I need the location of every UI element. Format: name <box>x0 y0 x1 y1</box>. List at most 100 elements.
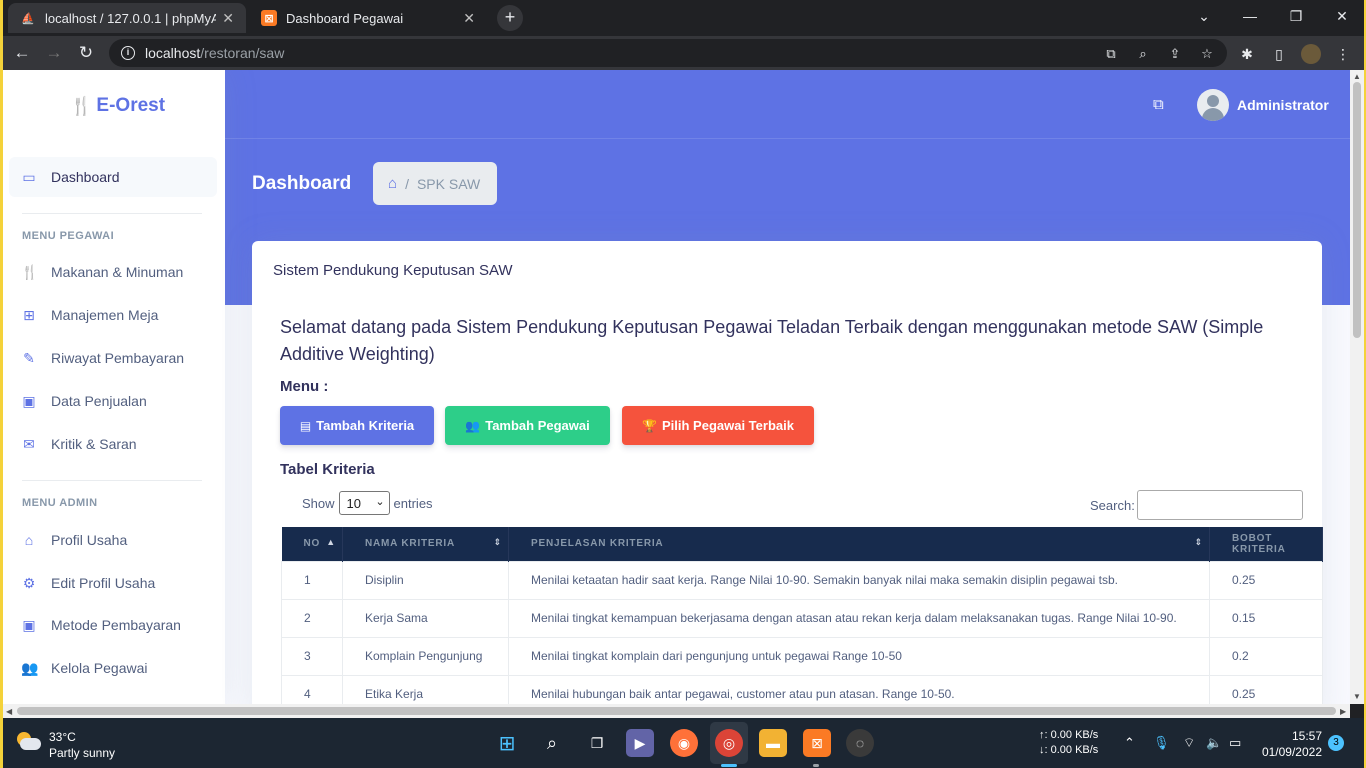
sidebar-item-edit-profil[interactable]: ⚙ Edit Profil Usaha <box>21 573 156 593</box>
table-header-row: NO ▲ NAMA KRITERIA ⇕ PENJELASAN KRITERIA ⇕ … <box>281 527 1323 561</box>
column-header-nama[interactable]: NAMA KRITERIA ⇕ <box>342 527 509 561</box>
sidebar-item-metode[interactable]: ▣ Metode Pembayaran <box>21 615 181 635</box>
scroll-right-icon[interactable]: ▶ <box>1340 707 1346 716</box>
horizontal-scrollbar[interactable]: ◀ ▶ <box>3 704 1350 718</box>
scrollbar-thumb[interactable] <box>17 707 1336 715</box>
address-bar[interactable]: i localhost/restoran/saw <box>109 39 1227 67</box>
weather-partly-sunny-icon[interactable] <box>17 732 41 752</box>
windows-start-icon[interactable]: ⊞ <box>493 729 521 757</box>
page-viewport: ⧉ Administrator Dashboard ⌂ / SPK SAW 🍴 … <box>3 70 1350 704</box>
scroll-up-icon[interactable]: ▲ <box>1353 72 1361 81</box>
scroll-down-icon[interactable]: ▼ <box>1353 692 1361 701</box>
translate-icon[interactable]: ⧉ <box>1102 45 1120 63</box>
cell-nama: Kerja Sama <box>342 598 509 638</box>
column-header-bobot[interactable]: BOBOT KRITERIA <box>1209 527 1323 561</box>
notification-badge[interactable]: 3 <box>1328 735 1344 751</box>
chrome-icon[interactable]: ◎ <box>715 729 743 757</box>
sidebar-item-riwayat[interactable]: ✎ Riwayat Pembayaran <box>21 348 184 368</box>
bookmark-star-icon[interactable]: ☆ <box>1198 45 1216 63</box>
button-label: Tambah Kriteria <box>316 418 415 433</box>
menu-kebab-icon[interactable]: ⋮ <box>1333 44 1353 64</box>
money-icon: ▣ <box>22 392 36 409</box>
clipboard-icon: ▤ <box>299 418 312 433</box>
microphone-icon[interactable]: 🎙 <box>1153 735 1170 751</box>
search-icon[interactable]: ⌕ <box>538 729 566 757</box>
sidebar-item-penjualan[interactable]: ▣ Data Penjualan <box>21 391 146 411</box>
user-name[interactable]: Administrator <box>1237 97 1329 113</box>
brand-logo[interactable]: 🍴 E-Orest <box>70 95 165 117</box>
back-button[interactable]: ← <box>9 41 35 65</box>
sidebar-item-kritik[interactable]: ✉ Kritik & Saran <box>21 434 136 454</box>
profile-avatar-icon[interactable] <box>1301 44 1321 64</box>
weather-condition[interactable]: Partly sunny <box>49 746 115 760</box>
close-tab-icon[interactable]: ✕ <box>463 10 475 27</box>
column-header-penjelasan[interactable]: PENJELASAN KRITERIA ⇕ <box>508 527 1210 561</box>
tabel-kriteria-label: Tabel Kriteria <box>280 461 375 478</box>
battery-icon[interactable]: ▭ <box>1229 735 1241 751</box>
clock-time: 15:57 <box>1291 729 1322 743</box>
teams-chat-icon[interactable]: ▶ <box>626 729 654 757</box>
extensions-icon[interactable]: ✱ <box>1237 44 1257 64</box>
reload-button[interactable]: ↻ <box>73 41 99 65</box>
wifi-icon[interactable]: ⌔ <box>1183 735 1195 751</box>
cell-bobot: 0.2 <box>1209 636 1323 676</box>
volume-icon[interactable]: 🔈 <box>1206 735 1222 751</box>
obs-icon[interactable]: ◌ <box>846 729 874 757</box>
new-tab-button[interactable]: + <box>497 5 523 31</box>
sidebar-item-kelola[interactable]: 👥 Kelola Pegawai <box>21 658 148 678</box>
sidebar-item-label: Manajemen Meja <box>51 307 159 323</box>
tambah-kriteria-button[interactable]: ▤ Tambah Kriteria <box>280 406 434 445</box>
sidebar-divider <box>22 213 202 214</box>
column-header-no[interactable]: NO ▲ <box>281 527 343 561</box>
home-icon[interactable]: ⌂ <box>388 175 397 192</box>
tab-title: localhost / 127.0.0.1 | phpMyAdmin <box>45 10 217 26</box>
cell-penjelasan: Menilai ketaatan hadir saat kerja. Range… <box>508 560 1210 600</box>
tab-dashboard-pegawai[interactable]: ⊠ Dashboard Pegawai ✕ <box>249 3 487 33</box>
phpmyadmin-icon: ⛵ <box>21 12 35 25</box>
button-label: Pilih Pegawai Terbaik <box>661 418 794 433</box>
tambah-pegawai-button[interactable]: 👥 Tambah Pegawai <box>445 406 610 445</box>
active-app-indicator <box>721 764 737 767</box>
close-tab-icon[interactable]: ✕ <box>222 10 234 27</box>
close-window-button[interactable]: ✕ <box>1319 0 1365 32</box>
site-info-icon[interactable]: i <box>121 46 135 60</box>
vertical-scrollbar[interactable]: ▲ ▼ <box>1350 70 1364 704</box>
weather-temp[interactable]: 33°C <box>49 730 76 744</box>
tab-search-icon[interactable]: ⌄ <box>1181 0 1227 32</box>
shortcut-icon[interactable]: ⧉ <box>1153 96 1164 113</box>
avatar[interactable] <box>1197 89 1229 121</box>
search-input[interactable] <box>1136 490 1303 520</box>
sidebar-item-label: Profil Usaha <box>51 532 128 548</box>
utensils-icon: 🍴 <box>21 263 39 280</box>
share-icon[interactable]: ⇪ <box>1166 45 1184 63</box>
sidebar-item-dashboard[interactable]: ▭ Dashboard <box>21 167 119 187</box>
side-panel-icon[interactable]: ▯ <box>1269 44 1289 64</box>
scroll-left-icon[interactable]: ◀ <box>6 707 12 716</box>
xampp-icon[interactable]: ⊠ <box>803 729 831 757</box>
brand-name: E-Orest <box>96 95 166 116</box>
cell-penjelasan: Menilai tingkat kemampuan bekerjasama de… <box>508 598 1210 638</box>
tab-phpmyadmin[interactable]: ⛵ localhost / 127.0.0.1 | phpMyAdmin ✕ <box>8 3 246 33</box>
sidebar-item-profil[interactable]: ⌂ Profil Usaha <box>21 530 128 550</box>
file-explorer-icon[interactable]: ▬ <box>759 729 787 757</box>
sidebar-item-meja[interactable]: ⊞ Manajemen Meja <box>21 305 158 325</box>
entries-select[interactable]: 10 ⌄ <box>338 491 390 515</box>
minimize-button[interactable]: — <box>1227 0 1273 32</box>
sidebar-item-label: Riwayat Pembayaran <box>51 350 185 366</box>
firefox-icon[interactable]: ◉ <box>670 729 698 757</box>
restore-button[interactable]: ❐ <box>1273 0 1319 32</box>
monitor-icon: ▭ <box>22 168 36 185</box>
system-clock[interactable]: 15:57 01/09/2022 <box>1259 728 1322 760</box>
task-view-icon[interactable]: ❐ <box>583 729 611 757</box>
saw-card: Sistem Pendukung Keputusan SAW Selamat d… <box>252 241 1323 704</box>
search-label: Search: <box>1090 497 1135 513</box>
running-app-indicator <box>813 764 819 767</box>
sidebar-item-makanan[interactable]: 🍴 Makanan & Minuman <box>21 262 183 282</box>
sidebar-divider <box>22 480 202 481</box>
chevron-up-icon[interactable]: ⌃ <box>1124 735 1135 751</box>
scrollbar-thumb[interactable] <box>1353 82 1361 338</box>
zoom-icon[interactable]: ⌕ <box>1134 45 1152 63</box>
forward-button[interactable]: → <box>41 41 67 65</box>
table-icon: ⊞ <box>23 306 35 323</box>
pilih-pegawai-button[interactable]: 🏆 Pilih Pegawai Terbaik <box>622 406 814 445</box>
